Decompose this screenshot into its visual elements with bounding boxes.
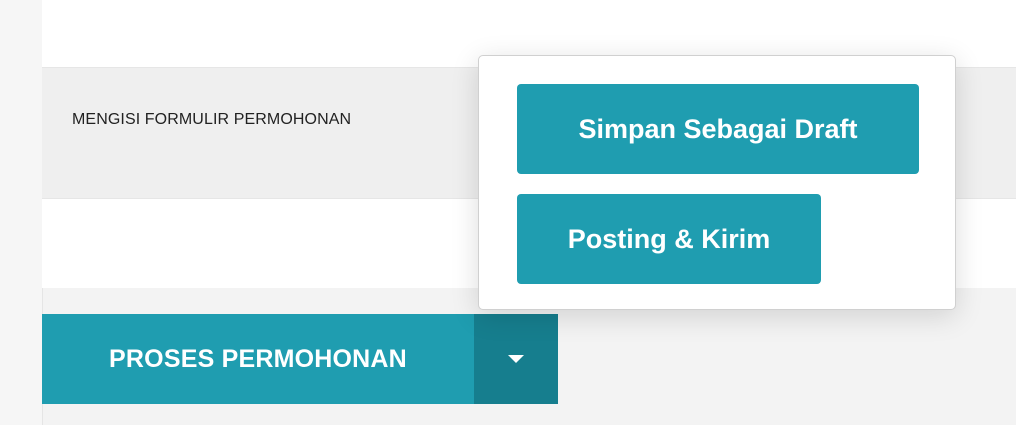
save-as-draft-button[interactable]: Simpan Sebagai Draft: [517, 84, 919, 174]
page: MENGISI FORMULIR PERMOHONAN PROSES PERMO…: [0, 0, 1016, 425]
process-request-button[interactable]: PROSES PERMOHONAN: [42, 314, 474, 404]
form-step-label: MENGISI FORMULIR PERMOHONAN: [72, 111, 352, 128]
post-and-send-button[interactable]: Posting & Kirim: [517, 194, 821, 284]
caret-down-icon: [508, 355, 524, 363]
process-button-group: PROSES PERMOHONAN: [42, 314, 558, 404]
left-rule: [0, 0, 43, 425]
dropdown-toggle-button[interactable]: [474, 314, 558, 404]
dropdown-menu: Simpan Sebagai Draft Posting & Kirim: [478, 55, 956, 310]
